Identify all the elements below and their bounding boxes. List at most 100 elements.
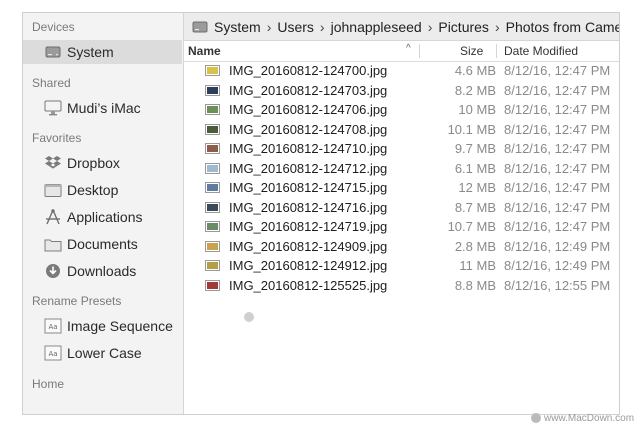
table-row[interactable]: IMG_20160812-124712.jpg 6.1 MB 8/12/16, 12… [184, 159, 619, 178]
file-size: 2.8 MB [454, 238, 496, 254]
file-name: IMG_20160812-124715.jpg [229, 180, 388, 195]
image-file-icon [205, 221, 220, 232]
file-name: IMG_20160812-124703.jpg [229, 82, 388, 98]
file-date-modified: 8/12/16, 12:47 PM [504, 63, 611, 78]
file-date-modified: 8/12/16, 12:47 PM [504, 199, 611, 215]
loading-indicator [244, 312, 254, 322]
column-name[interactable]: Name [188, 44, 221, 58]
sidebar-item-label: Dropbox [67, 155, 120, 171]
desktop-folder-icon [44, 181, 62, 199]
column-size[interactable]: Size [460, 44, 483, 58]
image-file-icon [205, 201, 220, 213]
sidebar-item-documents[interactable]: Documents [23, 232, 182, 256]
table-row[interactable]: IMG_20160812-124710.jpg 9.7 MB 8/12/16, 12… [184, 139, 619, 158]
finder-window: Devices System Shared Mudi’s iMac Favori… [22, 12, 620, 415]
sidebar-section-shared: Shared [32, 76, 71, 90]
image-file-icon [205, 104, 220, 115]
column-date-modified[interactable]: Date Modified [504, 44, 578, 58]
file-date-modified: 8/12/16, 12:47 PM [504, 141, 611, 156]
path-crumb-pictures[interactable]: Pictures [438, 19, 489, 35]
table-row[interactable]: IMG_20160812-124715.jpg 12 MB 8/12/16, 12:… [184, 178, 619, 197]
file-date-modified: 8/12/16, 12:49 PM [504, 238, 611, 254]
watermark-logo-icon [531, 413, 541, 424]
image-file-icon [205, 123, 220, 135]
sidebar-item-label: Applications [67, 209, 143, 225]
sort-ascending-icon[interactable]: ^ [406, 43, 411, 54]
sidebar-item-downloads[interactable]: Downloads [23, 259, 182, 283]
file-name: IMG_20160812-124706.jpg [229, 102, 388, 117]
file-size: 10.1 MB [447, 121, 496, 137]
file-date-modified: 8/12/16, 12:47 PM [504, 82, 611, 98]
image-file-icon [205, 240, 220, 252]
file-name: IMG_20160812-124912.jpg [229, 258, 388, 273]
image-file-icon [205, 182, 220, 193]
dropbox-icon [44, 154, 62, 172]
table-row[interactable]: IMG_20160812-124706.jpg 10 MB 8/12/16, 12:… [184, 100, 619, 119]
hard-drive-icon [44, 43, 62, 61]
sidebar-item-label: Documents [67, 236, 138, 252]
sidebar-item-applications[interactable]: Applications [23, 205, 182, 229]
path-crumb-users[interactable]: Users [277, 19, 314, 35]
file-name: IMG_20160812-124708.jpg [229, 121, 388, 137]
sidebar-item-dropbox[interactable]: Dropbox [23, 151, 182, 175]
sidebar-item-label: Mudi’s iMac [67, 100, 141, 116]
image-file-icon [205, 143, 220, 154]
image-file-icon [205, 162, 220, 174]
table-row[interactable]: IMG_20160812-124912.jpg 11 MB 8/12/16, 12:… [184, 256, 619, 275]
file-name: IMG_20160812-124716.jpg [229, 199, 388, 215]
file-size: 4.6 MB [454, 63, 496, 78]
file-size: 8.7 MB [454, 199, 496, 215]
file-date-modified: 8/12/16, 12:47 PM [504, 121, 611, 137]
watermark: www.MacDown.com [531, 413, 634, 424]
table-row[interactable]: IMG_20160812-124708.jpg 10.1 MB 8/12/16, 1… [184, 120, 619, 139]
sidebar-item-lower-case[interactable]: Aa Lower Case [23, 341, 182, 365]
table-row[interactable]: IMG_20160812-124700.jpg 4.6 MB 8/12/16, 12… [184, 61, 619, 80]
table-row[interactable]: IMG_20160812-125525.jpg 8.8 MB 8/12/16, 12… [184, 276, 619, 295]
file-name: IMG_20160812-124710.jpg [229, 141, 388, 156]
table-row[interactable]: IMG_20160812-124703.jpg 8.2 MB 8/12/16, 12… [184, 81, 619, 100]
sidebar-section-devices: Devices [32, 20, 75, 34]
sidebar-item-image-sequence[interactable]: Aa Image Sequence [23, 314, 182, 338]
sidebar-item-desktop[interactable]: Desktop [23, 178, 182, 202]
column-header: Name ^ Size Date Modified [184, 41, 619, 62]
sidebar-item-label: System [67, 44, 114, 60]
file-name: IMG_20160812-124700.jpg [229, 63, 388, 78]
svg-text:Aa: Aa [48, 350, 57, 358]
path-separator: › [427, 18, 433, 35]
hard-drive-icon [192, 20, 208, 34]
image-file-icon [205, 65, 220, 76]
image-file-icon [205, 279, 220, 291]
documents-folder-icon [44, 235, 62, 253]
path-crumb-system[interactable]: System [214, 19, 261, 35]
file-date-modified: 8/12/16, 12:47 PM [504, 180, 611, 195]
table-row[interactable]: IMG_20160812-124909.jpg 2.8 MB 8/12/16, 12… [184, 237, 619, 256]
sidebar-item-system[interactable]: System [23, 40, 182, 64]
preset-icon: Aa [44, 344, 62, 362]
preset-icon: Aa [44, 317, 62, 335]
table-row[interactable]: IMG_20160812-124716.jpg 8.7 MB 8/12/16, 12… [184, 198, 619, 217]
sidebar-section-home: Home [32, 377, 65, 391]
file-size: 11 MB [459, 258, 496, 273]
file-date-modified: 8/12/16, 12:49 PM [504, 258, 611, 273]
file-size: 10 MB [458, 102, 496, 117]
table-row[interactable]: IMG_20160812-124719.jpg 10.7 MB 8/12/16, 1… [184, 217, 619, 236]
path-crumb-johnappleseed[interactable]: johnappleseed [331, 19, 422, 35]
file-size: 12 MB [458, 180, 496, 195]
sidebar-item-mudis-imac[interactable]: Mudi’s iMac [23, 96, 182, 120]
path-separator: › [494, 18, 500, 35]
sidebar-section-rename-presets: Rename Presets [32, 294, 122, 308]
sidebar: Devices System Shared Mudi’s iMac Favori… [23, 13, 184, 414]
file-size: 9.7 MB [454, 141, 496, 156]
sidebar-section-favorites: Favorites [32, 131, 82, 145]
column-divider[interactable] [419, 44, 420, 58]
applications-icon [44, 208, 62, 226]
path-separator: › [319, 18, 325, 35]
image-file-icon [205, 84, 220, 96]
file-size: 10.7 MB [447, 219, 496, 234]
column-divider[interactable] [496, 44, 497, 58]
file-size: 8.8 MB [454, 277, 496, 293]
file-size: 8.2 MB [454, 82, 496, 98]
file-date-modified: 8/12/16, 12:55 PM [504, 277, 611, 293]
path-crumb-photos-from-camera[interactable]: Photos from Camera [506, 19, 619, 35]
sidebar-item-label: Desktop [67, 182, 119, 198]
